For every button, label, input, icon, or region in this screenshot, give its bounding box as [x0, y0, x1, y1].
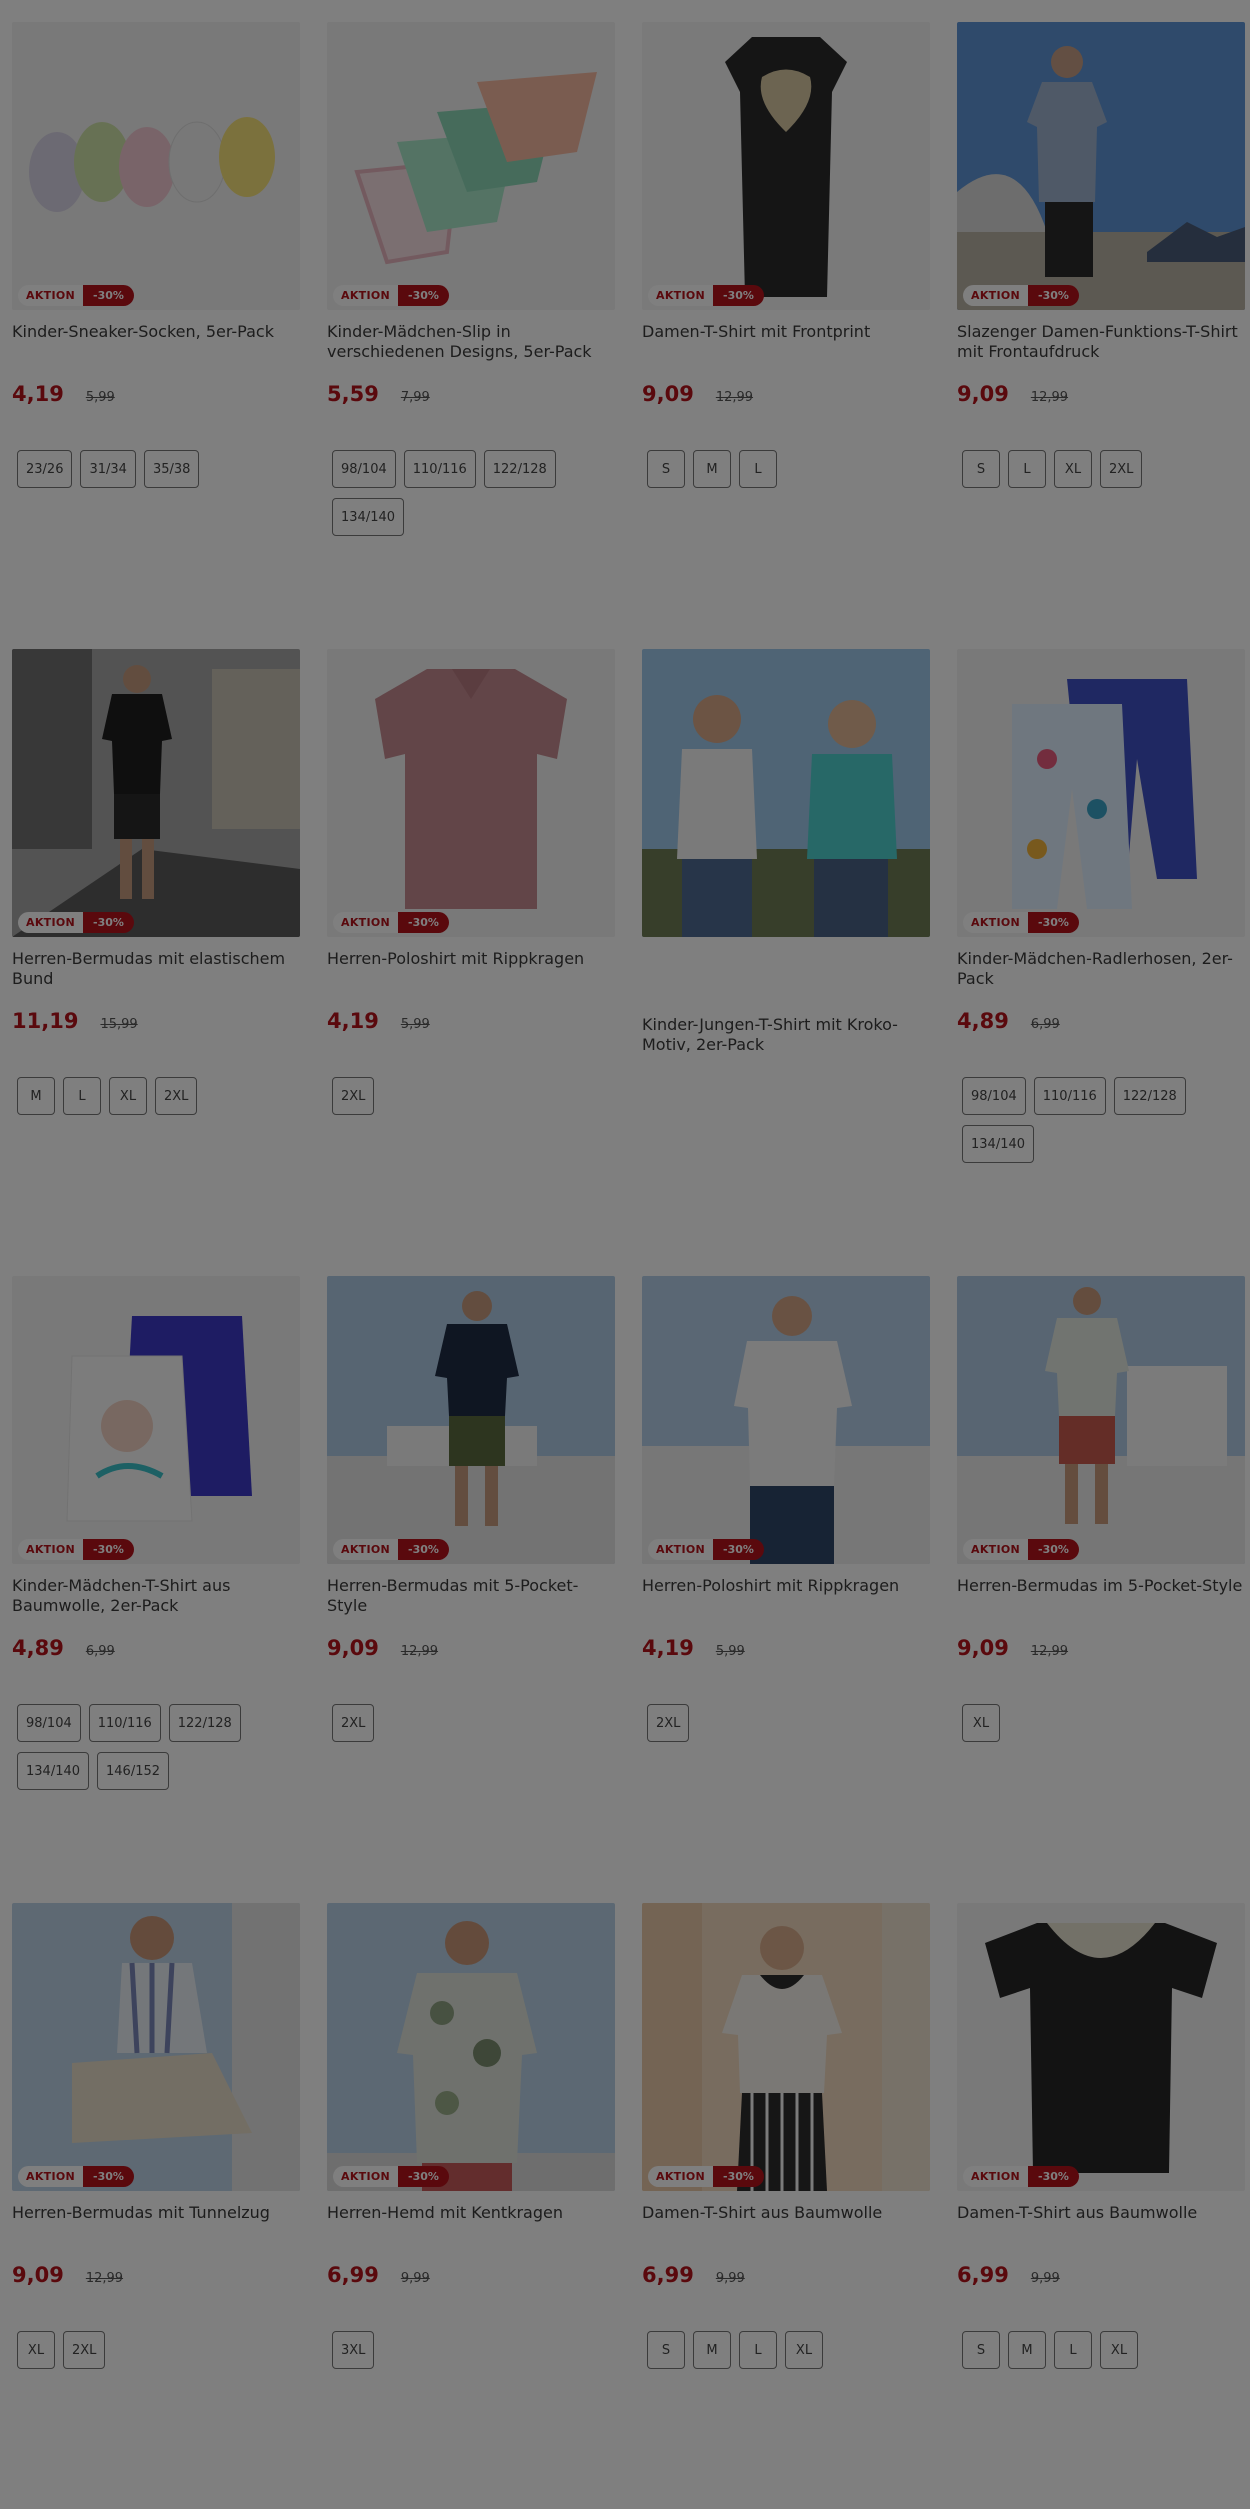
modal-backdrop-overlay[interactable] [0, 0, 1250, 2509]
